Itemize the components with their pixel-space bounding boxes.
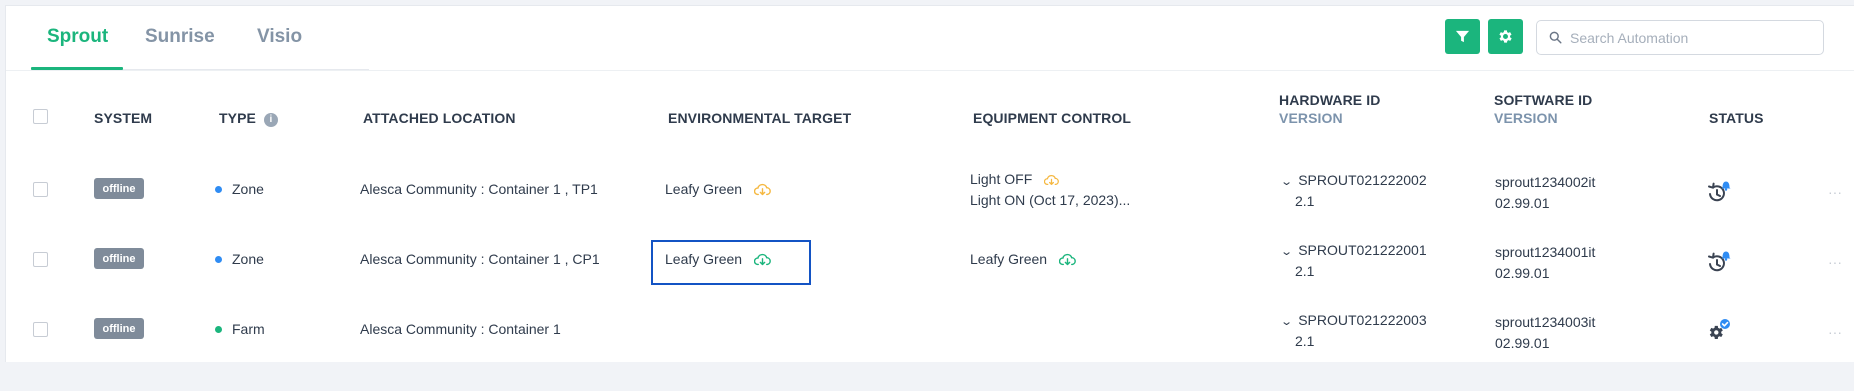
- chevron-down-icon[interactable]: ⌄: [1280, 245, 1293, 258]
- cloud-download-icon: [1044, 175, 1060, 185]
- status-badge: offline: [94, 318, 144, 339]
- software-version-value: 02.99.01: [1495, 335, 1550, 351]
- equipment-control-line1[interactable]: Leafy Green: [970, 251, 1076, 267]
- automation-panel: Sprout Sunrise Visio SYSTEM TYPE i ATTACH…: [5, 5, 1854, 362]
- env-target-cell[interactable]: Leafy Green: [665, 181, 771, 197]
- cloud-download-icon: [753, 183, 771, 196]
- location-cell: Alesca Community : Container 1 , TP1: [360, 181, 598, 197]
- software-id-cell: sprout1234003it 02.99.01: [1495, 312, 1595, 354]
- location-cell: Alesca Community : Container 1 , CP1: [360, 251, 600, 267]
- more-actions-icon[interactable]: ···: [1828, 324, 1842, 340]
- history-bell-icon[interactable]: [1705, 249, 1731, 275]
- software-version-label: VERSION: [1494, 110, 1558, 126]
- location-cell: Alesca Community : Container 1: [360, 321, 561, 337]
- column-header-attached-location[interactable]: ATTACHED LOCATION: [363, 110, 516, 126]
- hardware-version-value: 2.1: [1295, 263, 1315, 279]
- search-box: [1536, 20, 1824, 55]
- type-cell: Farm: [215, 321, 265, 337]
- column-header-system[interactable]: SYSTEM: [94, 110, 152, 126]
- column-header-software-id[interactable]: SOFTWARE ID VERSION: [1494, 92, 1592, 126]
- search-input[interactable]: [1570, 29, 1810, 46]
- status-badge: offline: [94, 248, 144, 269]
- equipment-control-label: Light OFF: [970, 171, 1033, 187]
- more-actions-icon[interactable]: ···: [1828, 254, 1842, 270]
- software-version-value: 02.99.01: [1495, 265, 1550, 281]
- hardware-id-value: SPROUT021222002: [1298, 172, 1427, 188]
- chevron-down-icon[interactable]: ⌄: [1280, 175, 1293, 188]
- row-checkbox[interactable]: [33, 322, 48, 337]
- hardware-id-label: HARDWARE ID: [1279, 92, 1381, 108]
- hardware-version-value: 2.1: [1295, 333, 1315, 349]
- chevron-down-icon[interactable]: ⌄: [1280, 315, 1293, 328]
- software-id-value: sprout1234002it: [1495, 174, 1596, 190]
- tab-sunrise[interactable]: Sunrise: [145, 26, 215, 48]
- cloud-download-icon: [1058, 253, 1076, 266]
- select-all-checkbox[interactable]: [33, 109, 48, 124]
- equipment-control-line2[interactable]: Light ON (Oct 17, 2023)...: [970, 192, 1130, 208]
- hardware-id-cell[interactable]: ⌄ SPROUT021222003 2.1: [1280, 312, 1427, 349]
- column-header-hardware-id[interactable]: HARDWARE ID VERSION: [1279, 92, 1380, 126]
- column-header-status[interactable]: STATUS: [1709, 110, 1764, 126]
- filter-button[interactable]: [1445, 19, 1480, 54]
- type-cell: Zone: [215, 181, 264, 197]
- hardware-id-cell[interactable]: ⌄ SPROUT021222002 2.1: [1280, 172, 1427, 209]
- filter-icon: [1455, 30, 1470, 43]
- settings-button[interactable]: [1488, 19, 1523, 54]
- hardware-id-cell[interactable]: ⌄ SPROUT021222001 2.1: [1280, 242, 1427, 279]
- type-label: Zone: [232, 181, 264, 197]
- info-icon[interactable]: i: [263, 113, 278, 127]
- type-cell: Zone: [215, 251, 264, 267]
- type-label: Zone: [232, 251, 264, 267]
- system-tabs: Sprout Sunrise Visio: [6, 6, 369, 70]
- hardware-version-label: VERSION: [1279, 110, 1343, 126]
- toolbar-divider: [6, 70, 1854, 71]
- equipment-control-label: Leafy Green: [970, 251, 1048, 267]
- software-id-cell: sprout1234001it 02.99.01: [1495, 242, 1595, 284]
- type-dot: [215, 186, 222, 193]
- type-dot: [215, 256, 222, 263]
- type-label: Farm: [232, 321, 265, 337]
- history-bell-icon[interactable]: [1705, 179, 1731, 205]
- status-badge: offline: [94, 178, 144, 199]
- selected-cell-highlight: [651, 240, 811, 285]
- hardware-version-value: 2.1: [1295, 193, 1315, 209]
- row-checkbox[interactable]: [33, 182, 48, 197]
- hardware-id-value: SPROUT021222001: [1298, 242, 1427, 258]
- software-id-value: sprout1234003it: [1495, 314, 1596, 330]
- software-id-value: sprout1234001it: [1495, 244, 1596, 260]
- column-header-equipment-control[interactable]: EQUIPMENT CONTROL: [973, 110, 1131, 126]
- tab-sprout[interactable]: Sprout: [47, 26, 108, 48]
- software-id-cell: sprout1234002it 02.99.01: [1495, 172, 1595, 214]
- software-version-value: 02.99.01: [1495, 195, 1550, 211]
- tab-visio[interactable]: Visio: [257, 26, 302, 48]
- hardware-id-value: SPROUT021222003: [1298, 312, 1427, 328]
- column-header-type-label: TYPE: [219, 110, 256, 126]
- column-header-environmental-target[interactable]: ENVIRONMENTAL TARGET: [668, 110, 851, 126]
- more-actions-icon[interactable]: ···: [1828, 184, 1842, 200]
- gear-check-icon[interactable]: [1705, 318, 1731, 344]
- row-checkbox[interactable]: [33, 252, 48, 267]
- software-id-label: SOFTWARE ID: [1494, 92, 1593, 108]
- type-dot: [215, 326, 222, 333]
- gear-icon: [1499, 30, 1512, 43]
- equipment-control-line1[interactable]: Light OFF: [970, 171, 1060, 187]
- search-icon: [1549, 31, 1562, 44]
- env-target-label: Leafy Green: [665, 181, 743, 197]
- column-header-type[interactable]: TYPE i: [219, 110, 278, 127]
